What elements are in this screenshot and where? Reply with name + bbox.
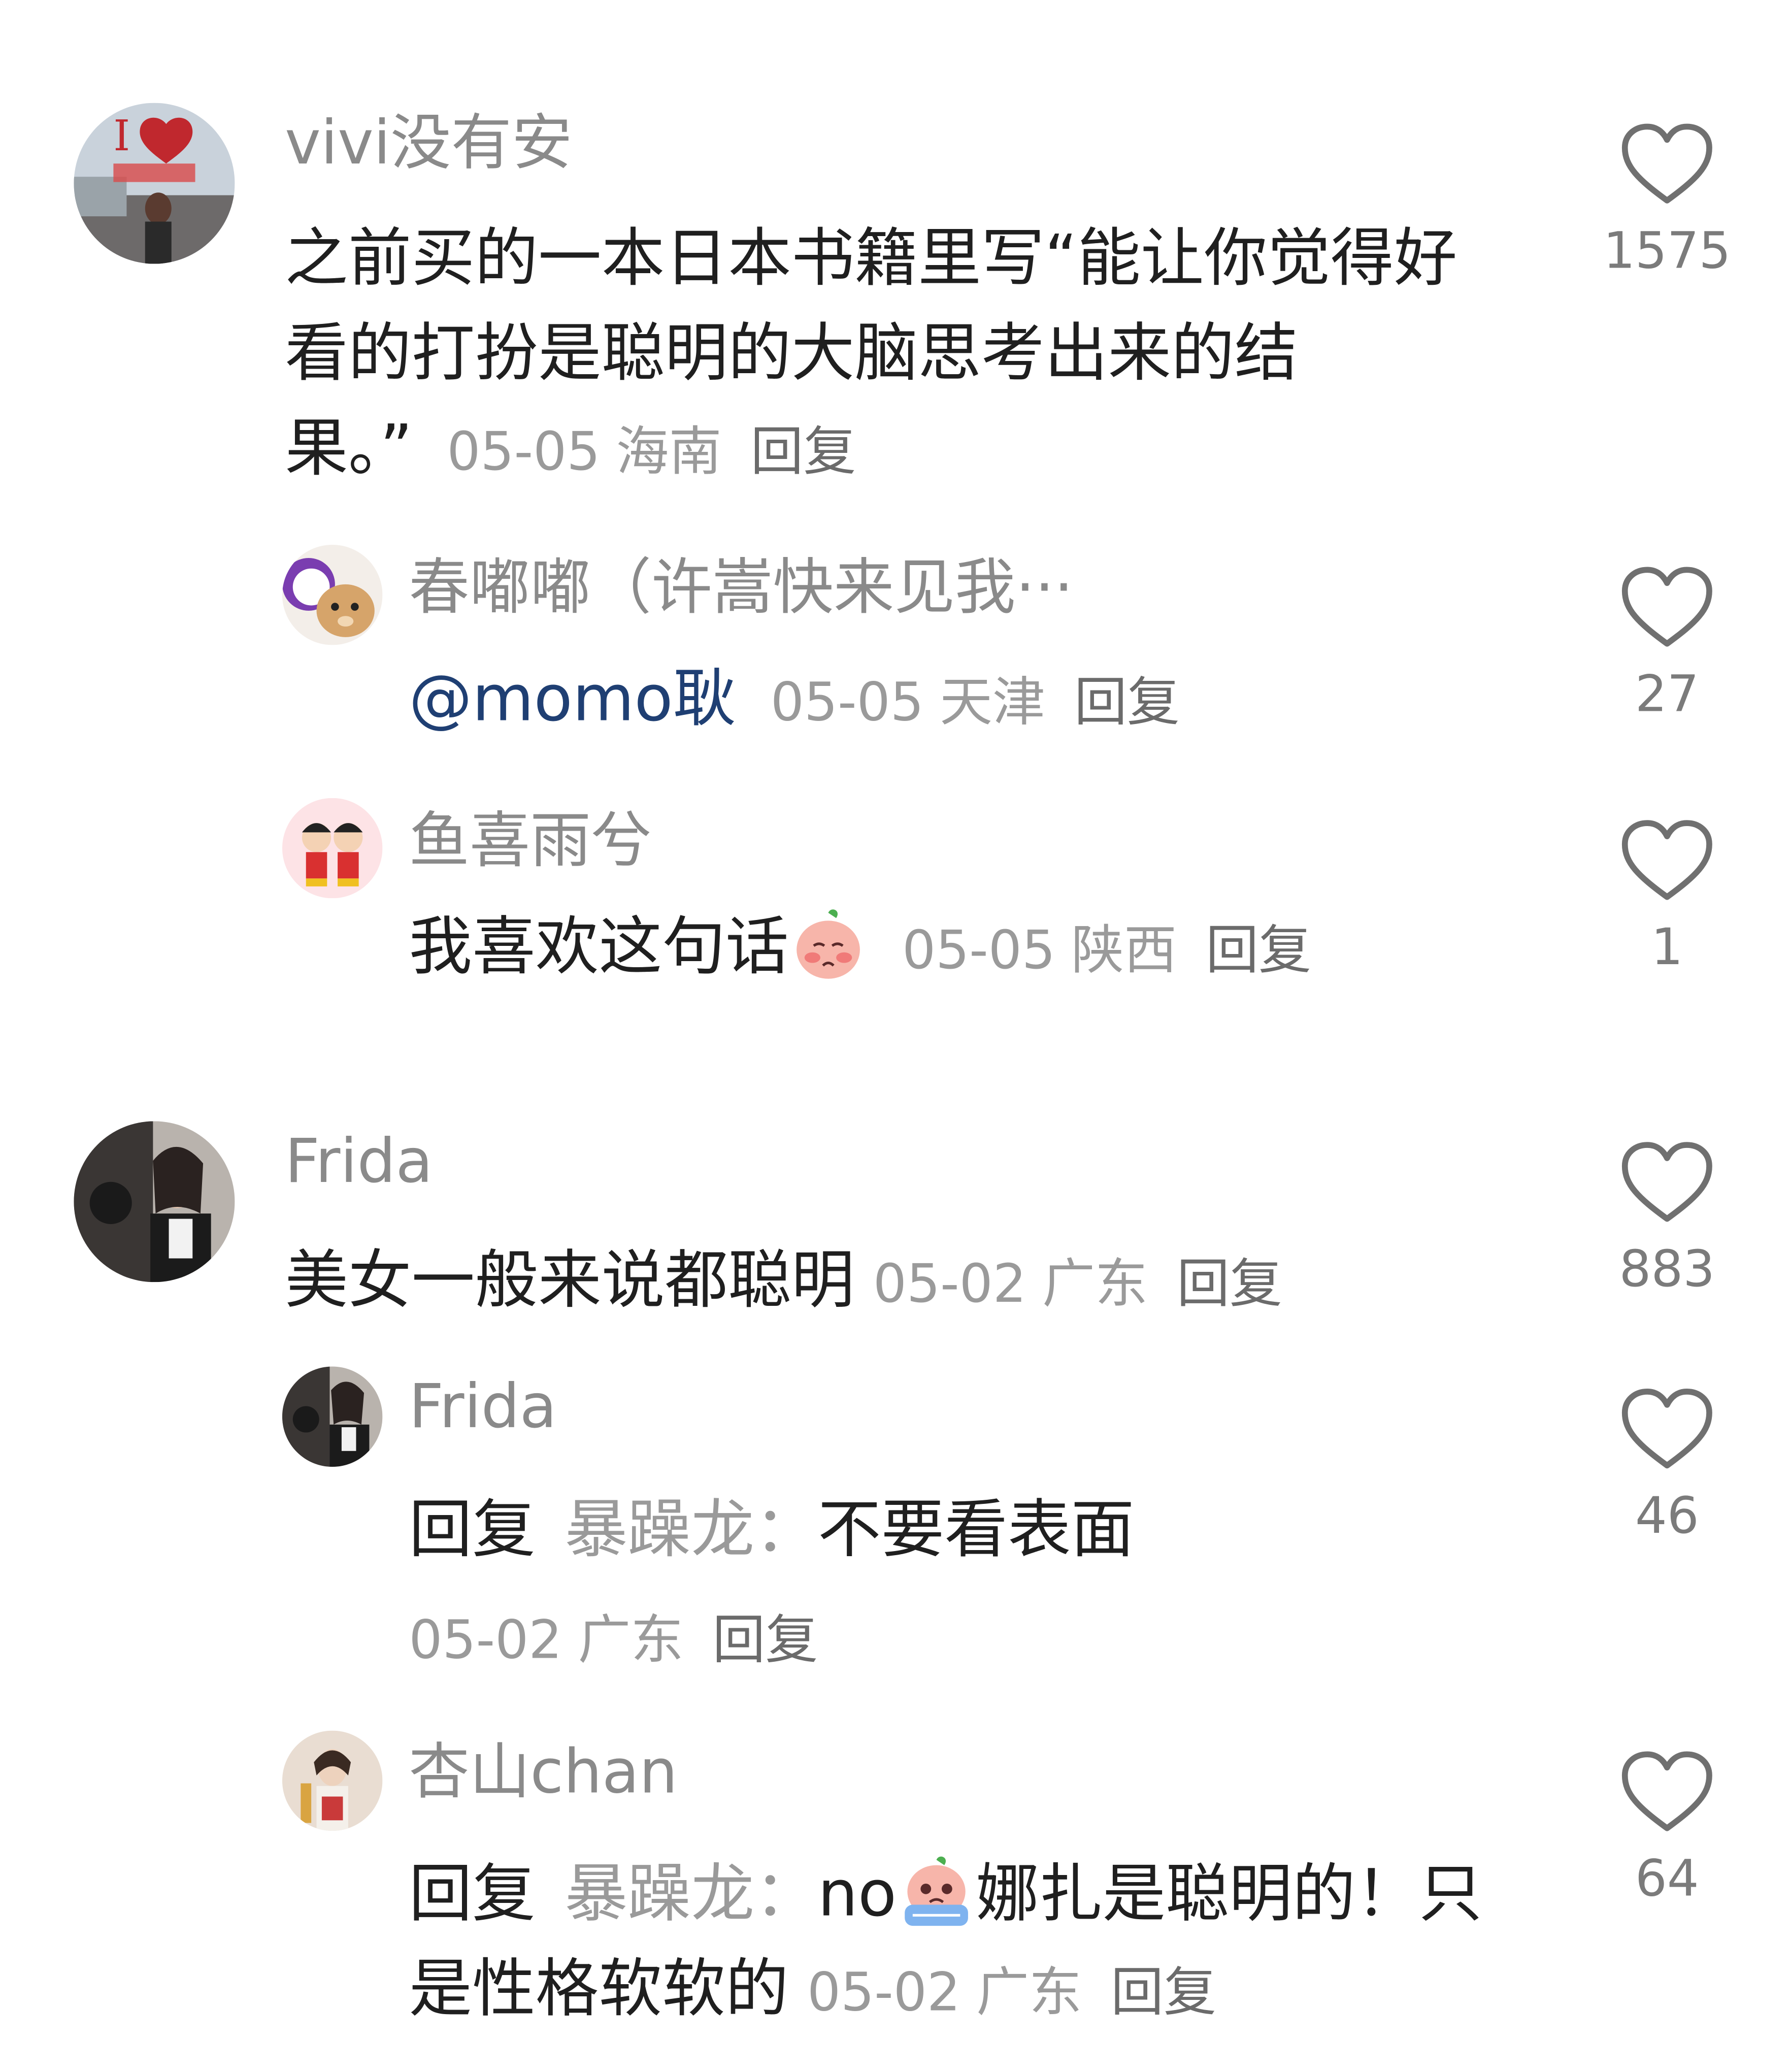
avatar-cat-icon	[282, 544, 383, 645]
avatar-portrait-icon	[282, 1366, 383, 1467]
comment-text: 美女一般来说都聪明 05-02 广东 回复	[285, 1233, 1551, 1332]
svg-text:I: I	[113, 111, 130, 160]
like-count: 46	[1635, 1486, 1699, 1545]
comment-text: 之前买的一本日本书籍里写“能让你觉得好看的打扮是聪明的大脑思考出来的结果。” 05…	[285, 211, 1498, 500]
like-count: 1575	[1603, 221, 1731, 280]
comment-text: 我喜欢这句话 05-05 陕西 回复	[409, 900, 1503, 999]
reply-button[interactable]: 回复	[1111, 1963, 1216, 2024]
mention-link[interactable]: @momo耿	[409, 662, 736, 736]
avatar[interactable]	[74, 1121, 235, 1282]
username[interactable]: Frida	[285, 1124, 433, 1197]
like-count: 64	[1635, 1849, 1699, 1907]
avatar[interactable]	[282, 1730, 383, 1831]
avatar-i-love-photo-icon: I	[74, 103, 235, 264]
avatar[interactable]: I	[74, 103, 235, 264]
comment-text: @momo耿 05-05 天津 回复	[409, 651, 1503, 750]
comment-location: 陕西	[1071, 920, 1177, 981]
comment-location: 广东	[578, 1610, 684, 1671]
comment-location: 海南	[616, 422, 722, 483]
comment-list: I vivi没有安 之前买的一本日本书籍里写“能让你觉得好看的打扮是聪明的大脑思…	[0, 0, 1791, 2068]
comment-body: 美女一般来说都聪明	[285, 1243, 855, 1318]
comment-date: 05-02	[409, 1610, 562, 1671]
comment-date: 05-02	[873, 1254, 1026, 1315]
reply-button[interactable]: 回复	[1177, 1255, 1282, 1315]
avatar[interactable]	[282, 544, 383, 645]
username[interactable]: 杏山chan	[409, 1734, 677, 1808]
heart-icon	[1621, 1751, 1712, 1831]
heart-icon	[1621, 567, 1712, 647]
comment-date: 05-05	[447, 422, 601, 483]
reply-prefix: 回复	[409, 1857, 536, 1931]
like-count: 1	[1651, 918, 1683, 976]
like-count: 883	[1619, 1240, 1715, 1298]
like-count: 27	[1635, 665, 1699, 723]
comment-date: 05-05	[902, 920, 1056, 981]
comment-meta: 05-02 广东 回复	[409, 1604, 818, 1678]
comment-text: 回复 暴躁龙：不要看表面	[409, 1483, 1503, 1577]
comment-date: 05-05	[770, 672, 924, 734]
crying-peach-emoji-icon	[899, 1855, 973, 1928]
reply-prefix: 回复	[409, 1493, 536, 1567]
avatar[interactable]	[282, 1366, 383, 1467]
like-button[interactable]: 1575	[1588, 121, 1746, 282]
heart-icon	[1621, 123, 1712, 204]
avatar-portrait-icon	[74, 1121, 235, 1282]
like-button[interactable]: 46	[1588, 1386, 1746, 1547]
comment-body: 我喜欢这句话	[409, 910, 789, 984]
reply-target-name[interactable]: 暴躁龙：	[565, 1857, 818, 1931]
reply-target-name[interactable]: 暴躁龙：	[565, 1493, 818, 1567]
heart-icon	[1621, 1142, 1712, 1222]
like-button[interactable]: 1	[1588, 818, 1746, 979]
comment-text: 回复 暴躁龙：no 娜扎是聪明的！只是性格软软的 05-02 广东 回复	[409, 1847, 1503, 2041]
heart-icon	[1621, 1389, 1712, 1469]
comment-location: 广东	[1042, 1254, 1148, 1315]
like-button[interactable]: 883	[1588, 1140, 1746, 1301]
reply-button[interactable]: 回复	[713, 1610, 818, 1671]
username[interactable]: 春嘟嘟（许嵩快来见我···	[409, 550, 1073, 623]
comment-location: 天津	[940, 672, 1045, 734]
comment-body: 不要看表面	[817, 1493, 1135, 1567]
reply-button[interactable]: 回复	[1206, 920, 1311, 981]
comment-body-part1: no	[817, 1857, 897, 1931]
comment-location: 广东	[976, 1962, 1082, 2024]
username[interactable]: vivi没有安	[285, 106, 572, 179]
shy-peach-emoji-icon	[791, 907, 865, 981]
like-button[interactable]: 27	[1588, 565, 1746, 726]
like-button[interactable]: 64	[1588, 1749, 1746, 1910]
username[interactable]: Frida	[409, 1369, 557, 1443]
reply-button[interactable]: 回复	[1074, 673, 1180, 734]
comment-date: 05-02	[807, 1962, 960, 2024]
username[interactable]: 鱼喜雨兮	[409, 803, 651, 877]
reply-button[interactable]: 回复	[751, 422, 856, 483]
avatar[interactable]	[282, 798, 383, 899]
avatar-cartoon-kids-icon	[282, 798, 383, 899]
avatar-woman-icon	[282, 1730, 383, 1831]
heart-icon	[1621, 820, 1712, 900]
